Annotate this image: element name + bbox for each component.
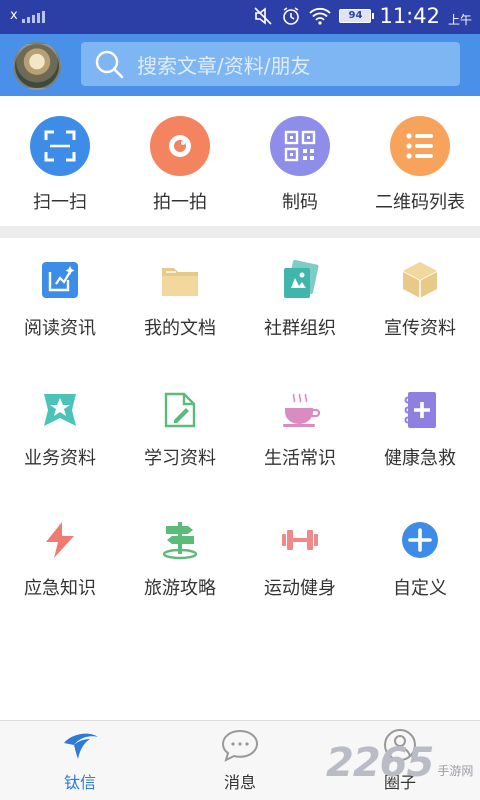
battery-icon: 94 [339,9,375,23]
grid-item-custom[interactable]: 自定义 [360,518,480,600]
make-code-button[interactable]: 制码 [240,116,360,214]
search-placeholder[interactable]: 搜索文章/资料/朋友 [137,50,310,79]
business-icon [38,388,82,432]
search-bar[interactable]: 搜索文章/资料/朋友 [81,42,460,86]
health-icon [398,388,442,432]
quick-actions: 扫一扫 拍一拍 制码 二维码列表 [0,96,480,226]
chat-bubble-icon [220,727,260,763]
study-icon [158,388,202,432]
grid-item-documents[interactable]: 我的文档 [120,258,240,340]
grid-item-health[interactable]: 健康急救 [360,388,480,470]
camera-button[interactable]: 拍一拍 [120,116,240,214]
signal-icon [21,11,45,23]
make-code-label: 制码 [282,192,318,213]
camera-icon [150,116,210,176]
grid-item-fitness[interactable]: 运动健身 [240,518,360,600]
tab-label: 钛信 [63,773,96,792]
grid-item-label: 阅读资讯 [24,318,96,339]
category-grid: 阅读资讯 我的文档 社群组织 宣传资料 业务资料 学习资料 生活常识 健康急救 … [0,238,480,720]
list-icon [390,116,450,176]
grid-item-label: 业务资料 [24,448,96,469]
wifi-icon [309,7,332,25]
watermark: 2265 手游网 [326,740,473,786]
app-header: 搜索文章/资料/朋友 [0,34,480,96]
grid-item-label: 运动健身 [264,578,336,599]
grid-item-promotion[interactable]: 宣传资料 [360,258,480,340]
grid-item-label: 自定义 [393,578,447,599]
grid-item-label: 旅游攻略 [144,578,216,599]
scan-button[interactable]: 扫一扫 [0,116,120,214]
grid-item-label: 我的文档 [144,318,216,339]
folder-icon [158,258,202,302]
grid-item-study[interactable]: 学习资料 [120,388,240,470]
grid-item-label: 社群组织 [264,318,336,339]
grid-item-label: 宣传资料 [384,318,456,339]
qrcode-list-label: 二维码列表 [375,192,465,213]
signpost-icon [158,518,202,562]
watermark-text: 手游网 [437,763,474,778]
dumbbell-icon [278,518,322,562]
alarm-icon [283,7,300,25]
watermark-number: 2265 [326,740,434,786]
qrcode-icon [270,116,330,176]
reading-icon [38,258,82,302]
grid-item-reading[interactable]: 阅读资讯 [0,258,120,340]
grid-item-label: 健康急救 [384,448,456,469]
taixin-logo-icon [60,727,100,763]
camera-label: 拍一拍 [153,192,207,213]
tab-label: 消息 [223,773,256,792]
add-icon [398,518,442,562]
grid-item-business[interactable]: 业务资料 [0,388,120,470]
lightning-icon [38,518,82,562]
scan-icon [30,116,90,176]
carrier-label: x [10,8,18,23]
signal-indicator: x [10,8,45,23]
grid-item-label: 学习资料 [144,448,216,469]
avatar[interactable] [13,42,61,90]
tab-taixin[interactable]: 钛信 [0,727,160,793]
search-icon [95,50,124,79]
section-divider [0,226,480,238]
grid-item-emergency[interactable]: 应急知识 [0,518,120,600]
grid-item-label: 应急知识 [24,578,96,599]
grid-item-community[interactable]: 社群组织 [240,258,360,340]
tab-messages[interactable]: 消息 [160,727,320,793]
mute-icon [254,7,273,25]
grid-item-travel[interactable]: 旅游攻略 [120,518,240,600]
clock: 11:42 [379,4,440,28]
qrcode-list-button[interactable]: 二维码列表 [360,116,480,214]
coffee-icon [278,388,322,432]
ampm-label: 上午 [447,12,472,27]
box-icon [398,258,442,302]
scan-label: 扫一扫 [33,192,87,213]
community-icon [278,258,322,302]
grid-item-label: 生活常识 [264,448,336,469]
grid-item-life[interactable]: 生活常识 [240,388,360,470]
status-bar: x 94 11:42 上午 [0,0,480,34]
